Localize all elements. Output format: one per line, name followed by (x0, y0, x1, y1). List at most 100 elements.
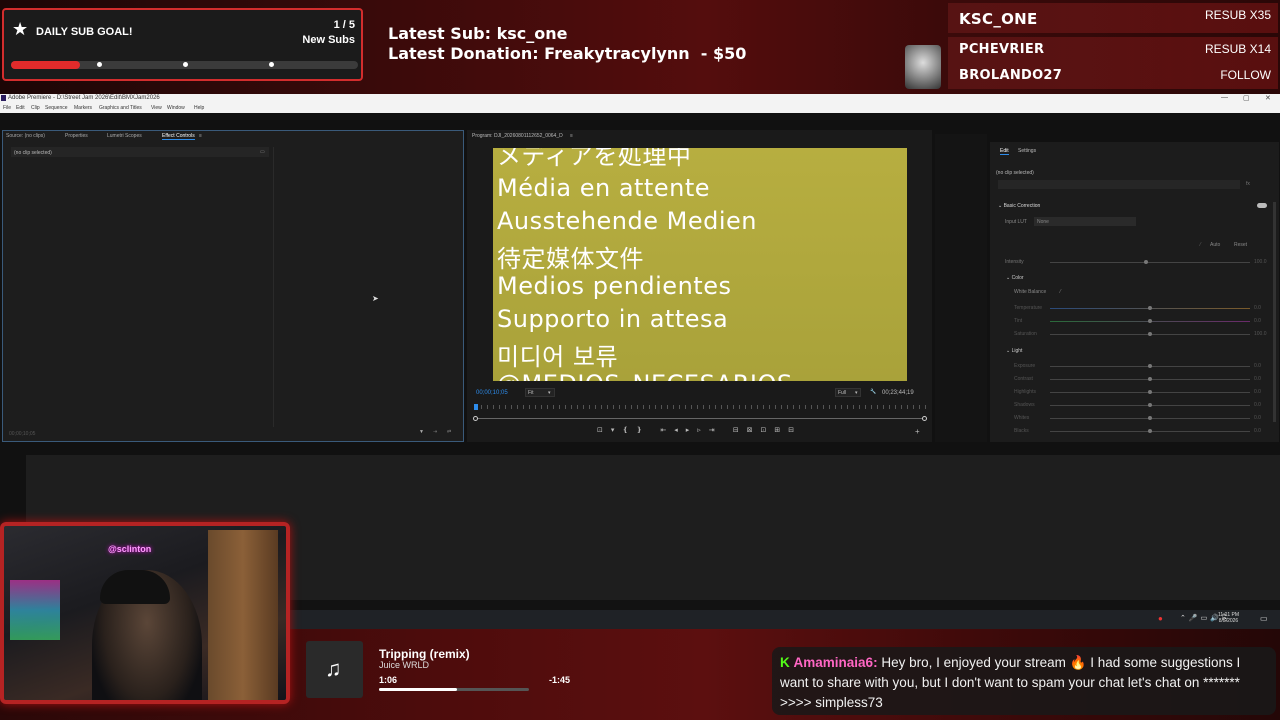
tint-knob[interactable] (1148, 319, 1152, 323)
playhead[interactable] (474, 404, 478, 410)
wrench-icon[interactable]: 🔧 (870, 389, 876, 395)
temperature-value: 0.0 (1254, 305, 1261, 311)
program-timecode-current[interactable]: 00;00;10;05 (476, 390, 508, 396)
program-duration: 00;23;44;19 (882, 390, 914, 396)
panel-toggle-icon[interactable]: ▭ (260, 149, 265, 155)
menu-bar: File Edit Clip Sequence Markers Graphics… (0, 104, 1280, 113)
event-row: KSC_ONE RESUB X35 (948, 3, 1278, 33)
lumetri-tab-edit[interactable]: Edit (1000, 148, 1009, 155)
latest-donation: Latest Donation: Freakytracylynn - $50 (388, 44, 747, 63)
input-lut-dropdown[interactable]: None (1034, 217, 1136, 226)
maximize-button[interactable]: ▢ (1243, 94, 1250, 102)
scroll-handle-left[interactable] (473, 416, 478, 421)
add-button-icon[interactable]: + (915, 427, 920, 436)
menu-help[interactable]: Help (194, 105, 204, 111)
event-tag: FOLLOW (1220, 68, 1271, 82)
basic-correction-header[interactable]: ⌄ Basic Correction (998, 203, 1040, 209)
whiskey-glass-image (905, 45, 941, 89)
no-clip-label: (no clip selected) (14, 150, 52, 156)
time-ruler[interactable] (475, 405, 927, 409)
reset-button[interactable]: Reset (1234, 242, 1247, 248)
color-row-label: Saturation (1014, 331, 1037, 337)
export-frame-icon[interactable]: ⇥ (433, 429, 437, 435)
goal-tick (183, 62, 188, 67)
menu-clip[interactable]: Clip (31, 105, 40, 111)
chevron-down-icon: ▾ (548, 390, 551, 396)
tab-menu-icon[interactable]: ≡ (199, 133, 202, 139)
lumetri-clip-dropdown[interactable] (998, 180, 1240, 189)
filter-icon[interactable]: ▼ (419, 429, 424, 435)
tint-value: 0.0 (1254, 318, 1261, 324)
whites-knob[interactable] (1148, 416, 1152, 420)
app-tray-icon[interactable]: ● (1158, 614, 1163, 623)
color-section-header[interactable]: ⌄ Color (1006, 275, 1024, 281)
light-section-label: Light (1011, 348, 1023, 354)
sub-goal-progress-fill (11, 61, 81, 69)
tab-effect-controls[interactable]: Effect Controls (162, 133, 195, 140)
close-button[interactable]: ✕ (1265, 94, 1271, 102)
basic-correction-toggle[interactable] (1257, 203, 1267, 208)
transport-controls[interactable]: ⊡▾❴❵ ⇤◂▸▹⇥ ⊟⊠⊡⊞⊟ (597, 426, 802, 434)
resolution-dropdown[interactable]: Full ▾ (835, 388, 861, 397)
tab-properties[interactable]: Properties (65, 133, 88, 139)
event-name: PCHEVRIER (959, 42, 1045, 57)
scroll-handle-right[interactable] (922, 416, 927, 421)
webcam-neon-sign: @sclinton (108, 544, 152, 554)
fx-icon[interactable]: fx (1246, 181, 1250, 187)
effect-controls-panel: (no clip selected) ▭ 00;00;10;05 ▼ ⇥ ⇄ ➤ (2, 130, 464, 442)
blacks-knob[interactable] (1148, 429, 1152, 433)
color-row-label: Tint (1014, 318, 1023, 324)
temperature-knob[interactable] (1148, 306, 1152, 310)
chat-message-box: K Amaminaia6: Hey bro, I enjoyed your st… (772, 647, 1276, 715)
menu-window[interactable]: Window (167, 105, 185, 111)
media-line: Medios pendientes (497, 272, 732, 300)
highlights-value: 0.0 (1254, 389, 1261, 395)
intensity-value: 100.0 (1254, 259, 1267, 265)
empty-panel (935, 134, 987, 442)
webcam-feed: @sclinton (0, 522, 290, 704)
sub-goal-progress-bar (11, 61, 358, 69)
stream-top-overlay: ★ DAILY SUB GOAL! 1 / 5 New Subs Latest … (0, 0, 1280, 94)
menu-view[interactable]: View (151, 105, 162, 111)
exposure-knob[interactable] (1148, 364, 1152, 368)
saturation-knob[interactable] (1148, 332, 1152, 336)
menu-markers[interactable]: Markers (74, 105, 92, 111)
menu-file[interactable]: File (3, 105, 11, 111)
menu-graphics[interactable]: Graphics and Titles (99, 105, 142, 111)
color-row-label: Temperature (1014, 305, 1043, 311)
auto-button[interactable]: Auto (1210, 242, 1220, 248)
sub-goal-count: 1 / 5 (333, 19, 355, 31)
settings-icon[interactable]: ⇄ (447, 429, 451, 435)
white-balance-eyedropper-icon[interactable]: ⁄ (1060, 289, 1061, 295)
whites-value: 0.0 (1254, 415, 1261, 421)
intensity-slider[interactable] (1050, 262, 1250, 263)
tab-source[interactable]: Source: (no clips) (6, 133, 45, 139)
contrast-knob[interactable] (1148, 377, 1152, 381)
zoom-dropdown-value: Fit (528, 390, 534, 396)
light-row-label: Shadows (1014, 402, 1035, 408)
taskbar-clock[interactable]: 11:01 PM 8/5/2026 (1218, 612, 1239, 624)
program-tab[interactable]: Program: DJI_20260801112652_0064_D (472, 133, 563, 139)
eyedropper-icon[interactable]: ⁄ (1200, 242, 1201, 248)
menu-sequence[interactable]: Sequence (45, 105, 68, 111)
notification-icon[interactable]: ▭ (1260, 614, 1268, 623)
sub-goal-widget: ★ DAILY SUB GOAL! 1 / 5 New Subs (2, 8, 363, 81)
effect-controls-header: (no clip selected) ▭ (11, 147, 269, 157)
lumetri-tab-settings[interactable]: Settings (1018, 148, 1036, 154)
zoom-scrollbar[interactable] (475, 418, 927, 419)
latest-events-text: Latest Sub: ksc_one Latest Donation: Fre… (388, 24, 746, 64)
tab-lumetri-scopes[interactable]: Lumetri Scopes (107, 133, 142, 139)
zoom-dropdown[interactable]: Fit ▾ (525, 388, 555, 397)
program-tab-menu-icon[interactable]: ≡ (570, 133, 573, 139)
menu-edit[interactable]: Edit (16, 105, 25, 111)
white-balance-label: White Balance (1014, 289, 1047, 295)
shadows-knob[interactable] (1148, 403, 1152, 407)
intensity-knob[interactable] (1144, 260, 1148, 264)
lumetri-scrollbar[interactable] (1273, 202, 1276, 422)
panel-divider (273, 147, 274, 427)
highlights-knob[interactable] (1148, 390, 1152, 394)
event-row: BROLANDO27 FOLLOW (948, 63, 1278, 89)
light-section-header[interactable]: ⌄ Light (1006, 348, 1022, 354)
minimize-button[interactable]: — (1221, 94, 1228, 101)
now-playing-widget: ♫ Tripping (remix) Juice WRLD 1:06 -1:45 (306, 641, 580, 699)
